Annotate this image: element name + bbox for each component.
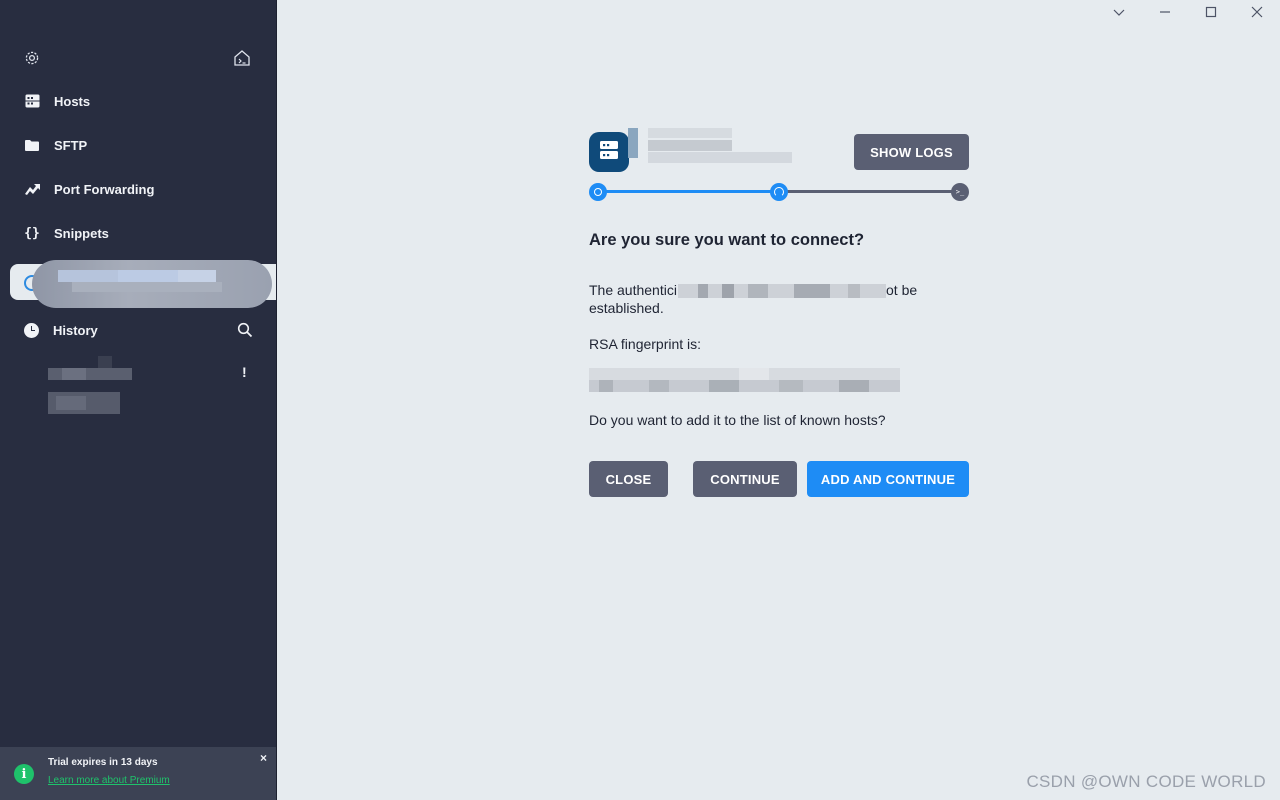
sidebar-item-hosts[interactable]: Hosts (0, 81, 276, 121)
folder-icon (24, 137, 40, 153)
dialog-heading: Are you sure you want to connect? (589, 231, 865, 249)
show-logs-button[interactable]: SHOW LOGS (854, 134, 969, 170)
known-hosts-question: Do you want to add it to the list of kno… (589, 412, 886, 428)
history-header: History (0, 310, 276, 350)
progress-fill (597, 190, 778, 193)
maximize-icon[interactable] (1203, 4, 1219, 20)
terminal-icon: >_ (955, 188, 965, 196)
chevron-down-icon[interactable] (1111, 4, 1127, 20)
sidebar: Hosts SFTP Port Forwarding {} Snippets H… (0, 0, 277, 800)
watermark: CSDN @OWN CODE WORLD (1026, 772, 1266, 791)
host-avatar (589, 132, 629, 172)
terminal-home-icon[interactable] (233, 49, 251, 67)
connection-progress: >_ (589, 183, 969, 201)
hosts-icon (24, 93, 40, 109)
premium-link[interactable]: Learn more about Premium (48, 775, 170, 786)
close-button[interactable]: CLOSE (589, 461, 668, 497)
fingerprint-label: RSA fingerprint is: (589, 336, 702, 352)
trial-banner: i Trial expires in 13 days Learn more ab… (0, 747, 276, 800)
sidebar-item-port-forwarding[interactable]: Port Forwarding (0, 169, 276, 209)
progress-step-fingerprint (770, 183, 788, 201)
sidebar-item-label: Port Forwarding (54, 181, 155, 197)
search-icon[interactable] (237, 322, 253, 338)
progress-step-start (589, 183, 607, 201)
sidebar-item-sftp[interactable]: SFTP (0, 125, 276, 165)
close-window-icon[interactable] (1249, 4, 1265, 20)
redacted-host-name (628, 128, 798, 166)
history-label: History (53, 322, 98, 338)
plug-icon (594, 188, 602, 196)
sidebar-item-snippets[interactable]: {} Snippets (0, 213, 276, 253)
fingerprint-icon (774, 187, 784, 197)
redacted-fingerprint (589, 368, 900, 392)
snippets-icon: {} (24, 225, 40, 241)
minimize-icon[interactable] (1157, 4, 1173, 20)
redacted-host-tab (32, 260, 272, 308)
gear-icon[interactable] (24, 50, 40, 66)
redacted-text (678, 284, 886, 298)
sidebar-item-label: Snippets (54, 225, 109, 241)
sidebar-item-label: SFTP (54, 137, 88, 153)
port-forwarding-icon (24, 181, 40, 197)
continue-button[interactable]: CONTINUE (693, 461, 797, 497)
sidebar-item-label: Hosts (54, 93, 91, 109)
history-icon (24, 322, 39, 338)
server-icon (599, 140, 619, 165)
add-and-continue-button[interactable]: ADD AND CONTINUE (807, 461, 969, 497)
auth-text-line2: established. (589, 300, 664, 316)
warning-icon: ! (242, 364, 247, 380)
trial-title: Trial expires in 13 days (48, 757, 158, 768)
progress-step-terminal: >_ (951, 183, 969, 201)
authenticity-message: The authentici ot be established. (589, 282, 969, 322)
info-icon: i (14, 764, 34, 784)
auth-text-end: ot be (886, 282, 918, 298)
close-icon[interactable]: × (260, 751, 267, 765)
history-item[interactable]: ! (48, 356, 258, 418)
auth-text-start: The authentici (589, 282, 677, 298)
